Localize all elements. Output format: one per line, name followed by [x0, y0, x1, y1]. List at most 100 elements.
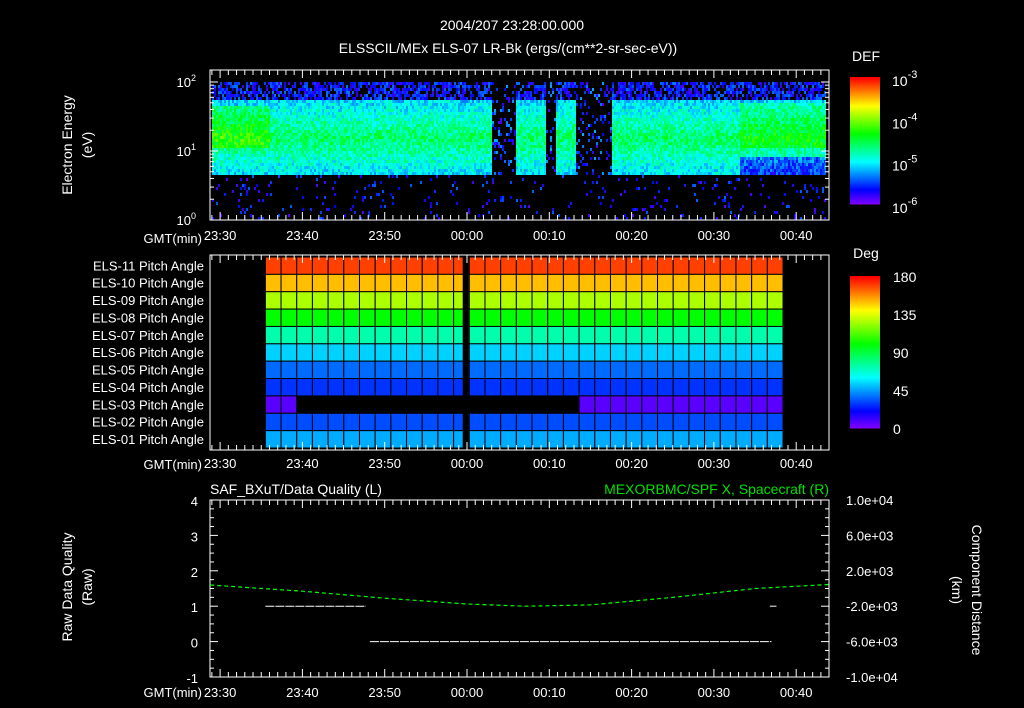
spectrogram-cell	[392, 118, 394, 121]
spectrogram-cell	[562, 85, 564, 88]
spectrogram-cell	[280, 157, 282, 160]
spectrogram-cell	[288, 163, 290, 166]
spectrogram-cell	[346, 118, 348, 121]
spectrogram-cell	[468, 148, 470, 151]
spectrogram-cell	[422, 145, 424, 148]
spectrogram-cell	[248, 166, 250, 169]
spectrogram-cell	[544, 88, 546, 91]
spectrogram-cell	[352, 157, 354, 160]
spectrogram-cell	[228, 163, 230, 166]
spectrogram-cell	[510, 118, 512, 121]
spectrogram-cell	[462, 154, 464, 157]
spectrogram-cell	[262, 166, 264, 169]
spectrogram-cell	[316, 136, 318, 139]
spectrogram-cell	[430, 136, 432, 139]
spectrogram-cell	[362, 103, 364, 106]
spectrogram-cell	[482, 142, 484, 145]
spectrogram-cell	[276, 121, 278, 124]
spectrogram-cell	[344, 91, 346, 94]
spectrogram-cell	[232, 145, 234, 148]
spectrogram-cell	[444, 118, 446, 121]
spectrogram-cell	[240, 139, 242, 142]
spectrogram-cell	[488, 97, 490, 100]
spectrogram-cell	[450, 139, 452, 142]
spectrogram-cell	[258, 157, 260, 160]
spectrogram-cell	[256, 106, 258, 109]
spectrogram-cell	[392, 157, 394, 160]
spectrogram-cell	[392, 106, 394, 109]
spectrogram-cell	[390, 130, 392, 133]
spectrogram-cell	[362, 127, 364, 130]
spectrogram-cell	[304, 154, 306, 157]
spectrogram-cell	[386, 133, 388, 136]
spectrogram-cell	[398, 82, 400, 85]
spectrogram-cell	[314, 91, 316, 94]
spectrogram-cell	[224, 127, 226, 130]
spectrogram-cell	[406, 82, 408, 85]
spectrogram-cell	[438, 136, 440, 139]
spectrogram-cell	[294, 85, 296, 88]
spectrogram-cell	[458, 145, 460, 148]
spectrogram-cell	[468, 124, 470, 127]
spectrogram-cell	[246, 157, 248, 160]
spectrogram-cell	[536, 151, 538, 154]
spectrogram-cell	[322, 97, 324, 100]
spectrogram-cell	[306, 133, 308, 136]
spectrogram-cell	[470, 121, 472, 124]
spectrogram-cell	[474, 145, 476, 148]
spectrogram-cell	[214, 103, 216, 106]
spectrogram-cell	[318, 172, 320, 175]
spectrogram-cell	[420, 94, 422, 97]
spectrogram-cell	[242, 160, 244, 163]
spectrogram-cell	[540, 106, 542, 109]
spectrogram-cell	[484, 103, 486, 106]
spectrogram-cell	[326, 130, 328, 133]
spectrogram-cell	[354, 82, 356, 85]
spectrogram-cell	[384, 136, 386, 139]
spectrogram-cell	[480, 127, 482, 130]
spectrogram-cell	[238, 154, 240, 157]
spectrogram-cell	[368, 160, 370, 163]
spectrogram-cell	[244, 139, 246, 142]
spectrogram-cell	[432, 166, 434, 169]
spectrogram-cell	[544, 142, 546, 145]
spectrogram-cell	[400, 94, 402, 97]
spectrogram-cell	[528, 100, 530, 103]
spectrogram-cell	[386, 166, 388, 169]
spectrogram-cell	[294, 112, 296, 115]
spectrogram-cell	[330, 127, 332, 130]
spectrogram-cell	[482, 139, 484, 142]
spectrogram-cell	[380, 181, 382, 184]
spectrogram-cell	[262, 109, 264, 112]
spectrogram-cell	[454, 139, 456, 142]
spectrogram-cell	[536, 109, 538, 112]
spectrogram-cell	[230, 133, 232, 136]
spectrogram-cell	[258, 190, 260, 193]
spectrogram-cell	[462, 133, 464, 136]
spectrogram-cell	[556, 97, 558, 100]
spectrogram-cell	[346, 163, 348, 166]
spectrogram-cell	[316, 112, 318, 115]
spectrogram-cell	[404, 121, 406, 124]
spectrogram-cell	[224, 115, 226, 118]
spectrogram-cell	[540, 154, 542, 157]
spectrogram-cell	[242, 121, 244, 124]
spectrogram-cell	[300, 127, 302, 130]
spectrogram-cell	[482, 115, 484, 118]
spectrogram-cell	[352, 163, 354, 166]
spectrogram-cell	[426, 145, 428, 148]
spectrogram-cell	[340, 112, 342, 115]
spectrogram-cell	[370, 106, 372, 109]
spectrogram-cell	[430, 178, 432, 181]
spectrogram-cell	[536, 118, 538, 121]
spectrogram-cell	[534, 106, 536, 109]
spectrogram-cell	[526, 130, 528, 133]
spectrogram-cell	[292, 151, 294, 154]
spectrogram-cell	[370, 85, 372, 88]
spectrogram-cell	[444, 91, 446, 94]
spectrogram-cell	[360, 151, 362, 154]
spectrogram-cell	[264, 127, 266, 130]
spectrogram-cell	[392, 169, 394, 172]
spectrogram-cell	[218, 121, 220, 124]
spectrogram-cell	[256, 112, 258, 115]
